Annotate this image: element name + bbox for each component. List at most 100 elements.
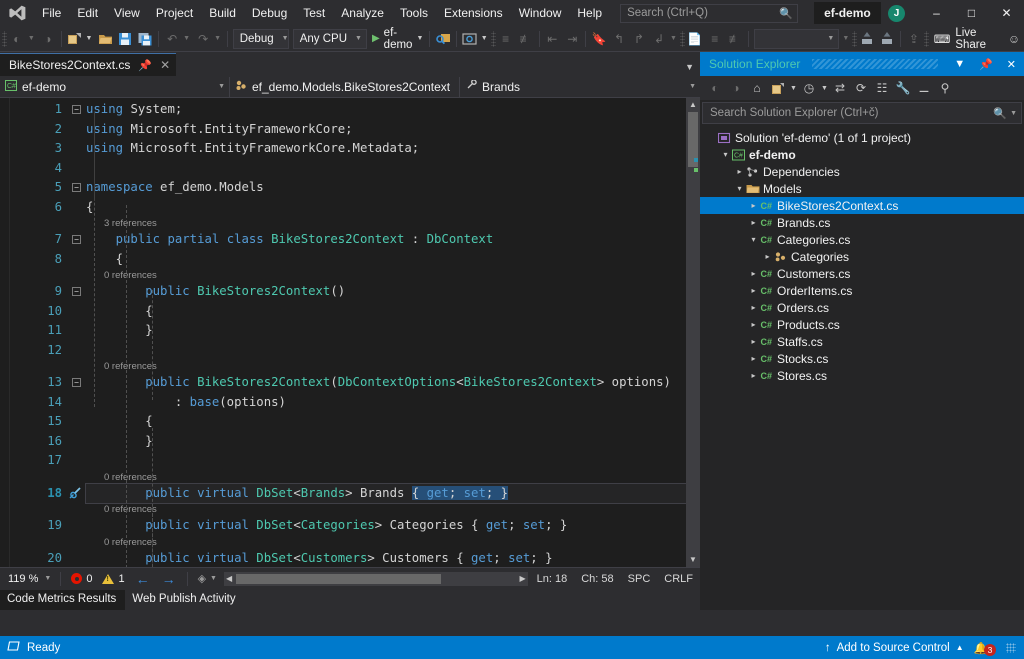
collapse-outline-icon[interactable]: − [72, 235, 81, 244]
sync-with-active-document-icon[interactable]: ⇄ [830, 78, 850, 98]
forward-icon[interactable]: ◑ [726, 78, 746, 98]
chevron-collapsed-icon[interactable]: ▸ [762, 252, 773, 261]
menu-file[interactable]: File [34, 2, 69, 24]
menu-project[interactable]: Project [148, 2, 201, 24]
code-line[interactable]: : base(options) [86, 393, 700, 413]
new-project-icon[interactable] [65, 28, 85, 50]
tree-item[interactable]: ▾ C# ef-demo [700, 146, 1024, 163]
attach-process-icon[interactable] [433, 28, 453, 50]
menu-help[interactable]: Help [569, 2, 610, 24]
navigate-backward-caret-icon[interactable]: ▼ [27, 35, 38, 42]
notifications-button[interactable]: 🔔 3 [974, 639, 996, 656]
start-debugging-button[interactable]: ▶ ef-demo [369, 27, 415, 51]
chevron-down-icon[interactable]: ▼ [1007, 110, 1017, 117]
tree-item[interactable]: ▸ C# Stocks.cs [700, 350, 1024, 367]
menu-test[interactable]: Test [295, 2, 333, 24]
code-surface[interactable]: 123456789101112131415161718192021222324 … [10, 98, 700, 567]
chevron-collapsed-icon[interactable]: ▸ [748, 371, 759, 380]
code-line[interactable]: { [86, 412, 700, 432]
minimize-button[interactable]: – [919, 0, 954, 26]
properties-icon[interactable]: 🔧 [893, 78, 913, 98]
code-line[interactable] [86, 159, 700, 179]
toolbar-grip[interactable] [490, 30, 496, 47]
tab-web-publish-activity[interactable]: Web Publish Activity [125, 590, 244, 610]
code-line[interactable] [86, 341, 700, 361]
send-feedback-icon[interactable]: ☺ [1004, 28, 1024, 50]
navbar-member-dropdown[interactable]: Brands ▼ [460, 76, 700, 97]
collapse-outline-icon[interactable]: − [72, 378, 81, 387]
menu-debug[interactable]: Debug [244, 2, 295, 24]
refresh-icon[interactable]: ⟳ [851, 78, 871, 98]
collapse-outline-icon[interactable]: − [72, 183, 81, 192]
tree-item[interactable]: ▸ Dependencies [700, 163, 1024, 180]
navbar-project-dropdown[interactable]: C# ef-demo ▼ [0, 76, 230, 97]
solution-configuration-dropdown[interactable]: Debug ▼ [232, 28, 289, 49]
switch-views-icon[interactable] [768, 78, 788, 98]
code-lens-reference-count[interactable]: 0 references [104, 360, 157, 373]
tree-item[interactable]: ▸ C# Stores.cs [700, 367, 1024, 384]
tree-item-selected[interactable]: ▸ C# BikeStores2Context.cs [700, 197, 1024, 214]
live-share-button[interactable]: ⌨ Live Share [929, 27, 992, 51]
chevron-collapsed-icon[interactable]: ▸ [748, 303, 759, 312]
chevron-collapsed-icon[interactable]: ▸ [748, 354, 759, 363]
code-line[interactable]: } [86, 321, 700, 341]
chevron-collapsed-icon[interactable]: ▸ [748, 337, 759, 346]
code-editor[interactable]: 123456789101112131415161718192021222324 … [0, 98, 700, 567]
outdent-icon[interactable]: ⇤ [542, 28, 562, 50]
navigate-backward-icon[interactable]: ◐ [7, 28, 27, 50]
redo-icon[interactable]: ↷ [193, 28, 213, 50]
bookmark-caret-icon[interactable]: ▼ [669, 35, 680, 42]
publish-icon[interactable]: ⇪ [904, 28, 924, 50]
home-icon[interactable]: ⌂ [747, 78, 767, 98]
preview-selected-items-icon[interactable]: ⚲ [935, 78, 955, 98]
toolbar-grip[interactable] [852, 30, 858, 47]
code-line[interactable]: public BikeStores2Context(DbContextOptio… [86, 373, 700, 393]
tree-item[interactable]: ▸ C# OrderItems.cs [700, 282, 1024, 299]
close-icon[interactable]: ✕ [1003, 58, 1020, 71]
solution-explorer-tree[interactable]: Solution 'ef-demo' (1 of 1 project) ▾ C# ef… [700, 126, 1024, 610]
find-options-caret-icon[interactable]: ▼ [841, 35, 852, 42]
chevron-expanded-icon[interactable]: ▾ [748, 235, 759, 244]
menu-tools[interactable]: Tools [392, 2, 436, 24]
tab-code-metrics-results[interactable]: Code Metrics Results [0, 590, 126, 610]
scroll-up-icon[interactable]: ▲ [686, 98, 700, 112]
close-icon[interactable]: ✕ [160, 58, 170, 72]
chevron-down-icon[interactable]: ▼ [950, 58, 969, 70]
tree-item[interactable]: ▸ Categories [700, 248, 1024, 265]
show-all-files-icon[interactable]: ⚊ [914, 78, 934, 98]
start-target-caret-icon[interactable]: ▼ [415, 35, 426, 42]
bookmark-glyph-icon[interactable] [68, 486, 82, 507]
chevron-expanded-icon[interactable]: ▾ [734, 184, 745, 193]
tree-item[interactable]: ▸ C# Staffs.cs [700, 333, 1024, 350]
pin-icon[interactable]: 📌 [975, 58, 997, 71]
chevron-collapsed-icon[interactable]: ▸ [748, 218, 759, 227]
tree-item[interactable]: ▸ C# Products.cs [700, 316, 1024, 333]
collapse-all-icon[interactable]: ☷ [872, 78, 892, 98]
uncomment-icon[interactable]: ≢ [516, 28, 536, 50]
save-all-icon[interactable] [135, 28, 155, 50]
chevron-collapsed-icon[interactable]: ▸ [748, 269, 759, 278]
code-line[interactable]: using System; [86, 100, 700, 120]
collapse-outline-icon[interactable]: − [72, 287, 81, 296]
maximize-button[interactable]: □ [954, 0, 989, 26]
code-line[interactable]: public partial class BikeStores2Context … [86, 230, 700, 250]
save-icon[interactable] [115, 28, 135, 50]
editor-vertical-scrollbar[interactable]: ▲ ▼ [686, 98, 700, 567]
code-line[interactable] [86, 451, 700, 471]
code-line[interactable]: { [86, 250, 700, 270]
tree-item[interactable]: ▾ Models [700, 180, 1024, 197]
menu-analyze[interactable]: Analyze [333, 2, 392, 24]
comment-icon[interactable]: ≡ [496, 28, 516, 50]
code-line[interactable]: public virtual DbSet<Brands> Brands { ge… [85, 482, 687, 504]
menu-view[interactable]: View [106, 2, 148, 24]
code-line[interactable]: } [86, 432, 700, 452]
tree-item[interactable]: ▸ C# Orders.cs [700, 299, 1024, 316]
hscroll-thumb[interactable] [235, 573, 441, 584]
add-folder-icon[interactable] [877, 28, 897, 50]
close-button[interactable]: ✕ [989, 0, 1024, 26]
scroll-right-icon[interactable]: ▶ [519, 574, 525, 583]
code-lens-reference-count[interactable]: 0 references [104, 503, 157, 516]
indicator-margin[interactable] [0, 98, 10, 567]
tree-item[interactable]: ▸ C# Customers.cs [700, 265, 1024, 282]
clear-bookmark-icon[interactable]: ↲ [649, 28, 669, 50]
